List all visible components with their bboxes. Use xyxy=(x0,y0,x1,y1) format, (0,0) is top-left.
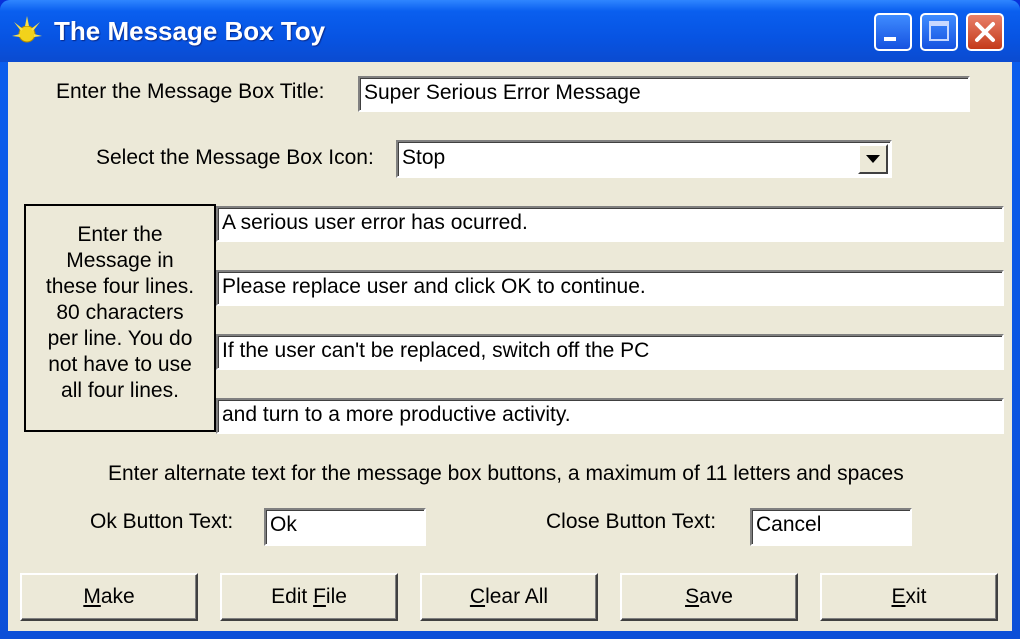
minimize-button[interactable] xyxy=(874,13,912,51)
main-window: The Message Box Toy Enter the Message Bo… xyxy=(0,0,1020,639)
close-button[interactable] xyxy=(966,13,1004,51)
title-label: Enter the Message Box Title: xyxy=(56,80,325,103)
help-line: per line. You do xyxy=(47,327,193,350)
message-line-4-input[interactable]: and turn to a more productive activity. xyxy=(216,398,1004,434)
client-area: Enter the Message Box Title: Super Serio… xyxy=(8,62,1012,631)
help-line: all four lines. xyxy=(61,379,179,402)
close-text-label: Close Button Text: xyxy=(546,510,717,533)
fireworks-icon xyxy=(12,16,42,43)
help-line: Message in xyxy=(66,249,174,272)
message-line-1-input[interactable]: A serious user error has ocurred. xyxy=(216,206,1004,242)
help-line: 80 characters xyxy=(56,301,184,324)
dropdown-arrow-icon xyxy=(866,155,880,163)
help-line: Enter the xyxy=(77,223,163,246)
close-icon xyxy=(975,22,995,42)
title-input[interactable]: Super Serious Error Message xyxy=(358,76,970,112)
exit-button[interactable]: Exit xyxy=(820,573,998,621)
help-line: these four lines. xyxy=(45,275,195,298)
edit-file-button[interactable]: Edit File xyxy=(220,573,398,621)
icon-dropdown-button[interactable] xyxy=(858,144,888,174)
ok-text-input[interactable]: Ok xyxy=(264,508,426,546)
make-button[interactable]: Make xyxy=(20,573,198,621)
maximize-icon xyxy=(929,21,949,41)
maximize-button[interactable] xyxy=(920,13,958,51)
alt-text-label: Enter alternate text for the message box… xyxy=(108,462,904,485)
message-line-3-input[interactable]: If the user can't be replaced, switch of… xyxy=(216,334,1004,370)
ok-text-label: Ok Button Text: xyxy=(90,510,234,533)
icon-label: Select the Message Box Icon: xyxy=(96,146,374,169)
clear-all-button[interactable]: Clear All xyxy=(420,573,598,621)
message-line-2-input[interactable]: Please replace user and click OK to cont… xyxy=(216,270,1004,306)
close-text-input[interactable]: Cancel xyxy=(750,508,912,546)
window-title: The Message Box Toy xyxy=(54,16,326,46)
icon-select-value: Stop xyxy=(402,146,446,169)
help-line: not have to use xyxy=(48,353,192,376)
icon-select[interactable]: Stop xyxy=(396,140,892,178)
save-button[interactable]: Save xyxy=(620,573,798,621)
minimize-icon xyxy=(884,37,896,41)
title-bar[interactable]: The Message Box Toy xyxy=(0,0,1020,62)
message-help-box: Enter the Message in these four lines. 8… xyxy=(24,204,216,432)
